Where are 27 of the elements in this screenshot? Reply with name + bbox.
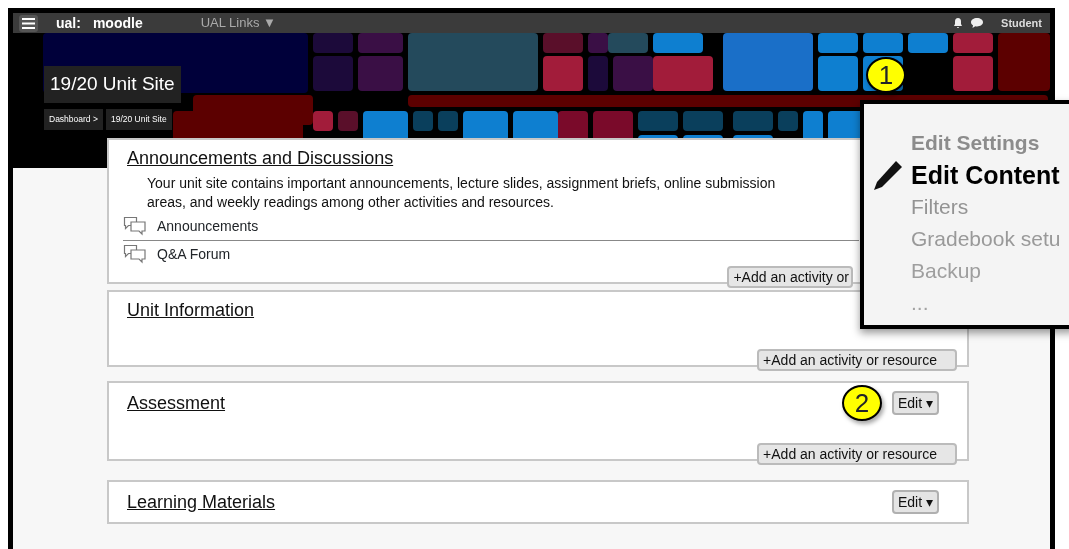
step-marker: 2 [842,385,882,422]
activity-link[interactable]: Q&A Forum [157,243,231,265]
edit-button[interactable]: Edit ▾ [892,490,939,515]
forum-icon [123,216,147,237]
section-title[interactable]: Learning Materials [127,491,276,514]
pencil-icon [871,159,904,191]
breadcrumb-link[interactable]: 19/20 Unit Site [105,109,172,130]
menu-item[interactable]: Edit Content [864,159,1069,191]
brand-prefix: ual: [56,13,81,33]
section-title[interactable]: Announcements and Discussions [127,148,394,170]
bell-icon[interactable] [953,17,964,29]
user-menu[interactable]: Student [1001,14,1042,32]
section-description: Your unit site contains important announcements, lecture slides, assignment briefs, online submission areas, and weekly readings among other activities and resources. [147,173,777,213]
links-menu[interactable]: UAL Links ▼ [200,13,276,33]
breadcrumb-link[interactable]: Dashboard > [44,109,103,130]
section-title[interactable]: Assessment [127,392,226,415]
brand-name[interactable]: moodle [92,12,143,34]
add-activity-button[interactable]: +Add an activity or [727,265,853,288]
section-title[interactable]: Unit Information [127,299,255,322]
add-activity-button[interactable]: +Add an activity or resource [757,443,957,466]
add-activity-button[interactable]: +Add an activity or resource [757,349,957,372]
edit-button[interactable]: Edit ▾ [892,391,939,416]
course-title: 19/20 Unit Site [44,66,181,103]
chat-icon[interactable] [971,18,984,28]
menu-icon[interactable] [19,14,38,32]
activity-link[interactable]: Announcements [157,215,259,237]
forum-icon [123,244,147,265]
